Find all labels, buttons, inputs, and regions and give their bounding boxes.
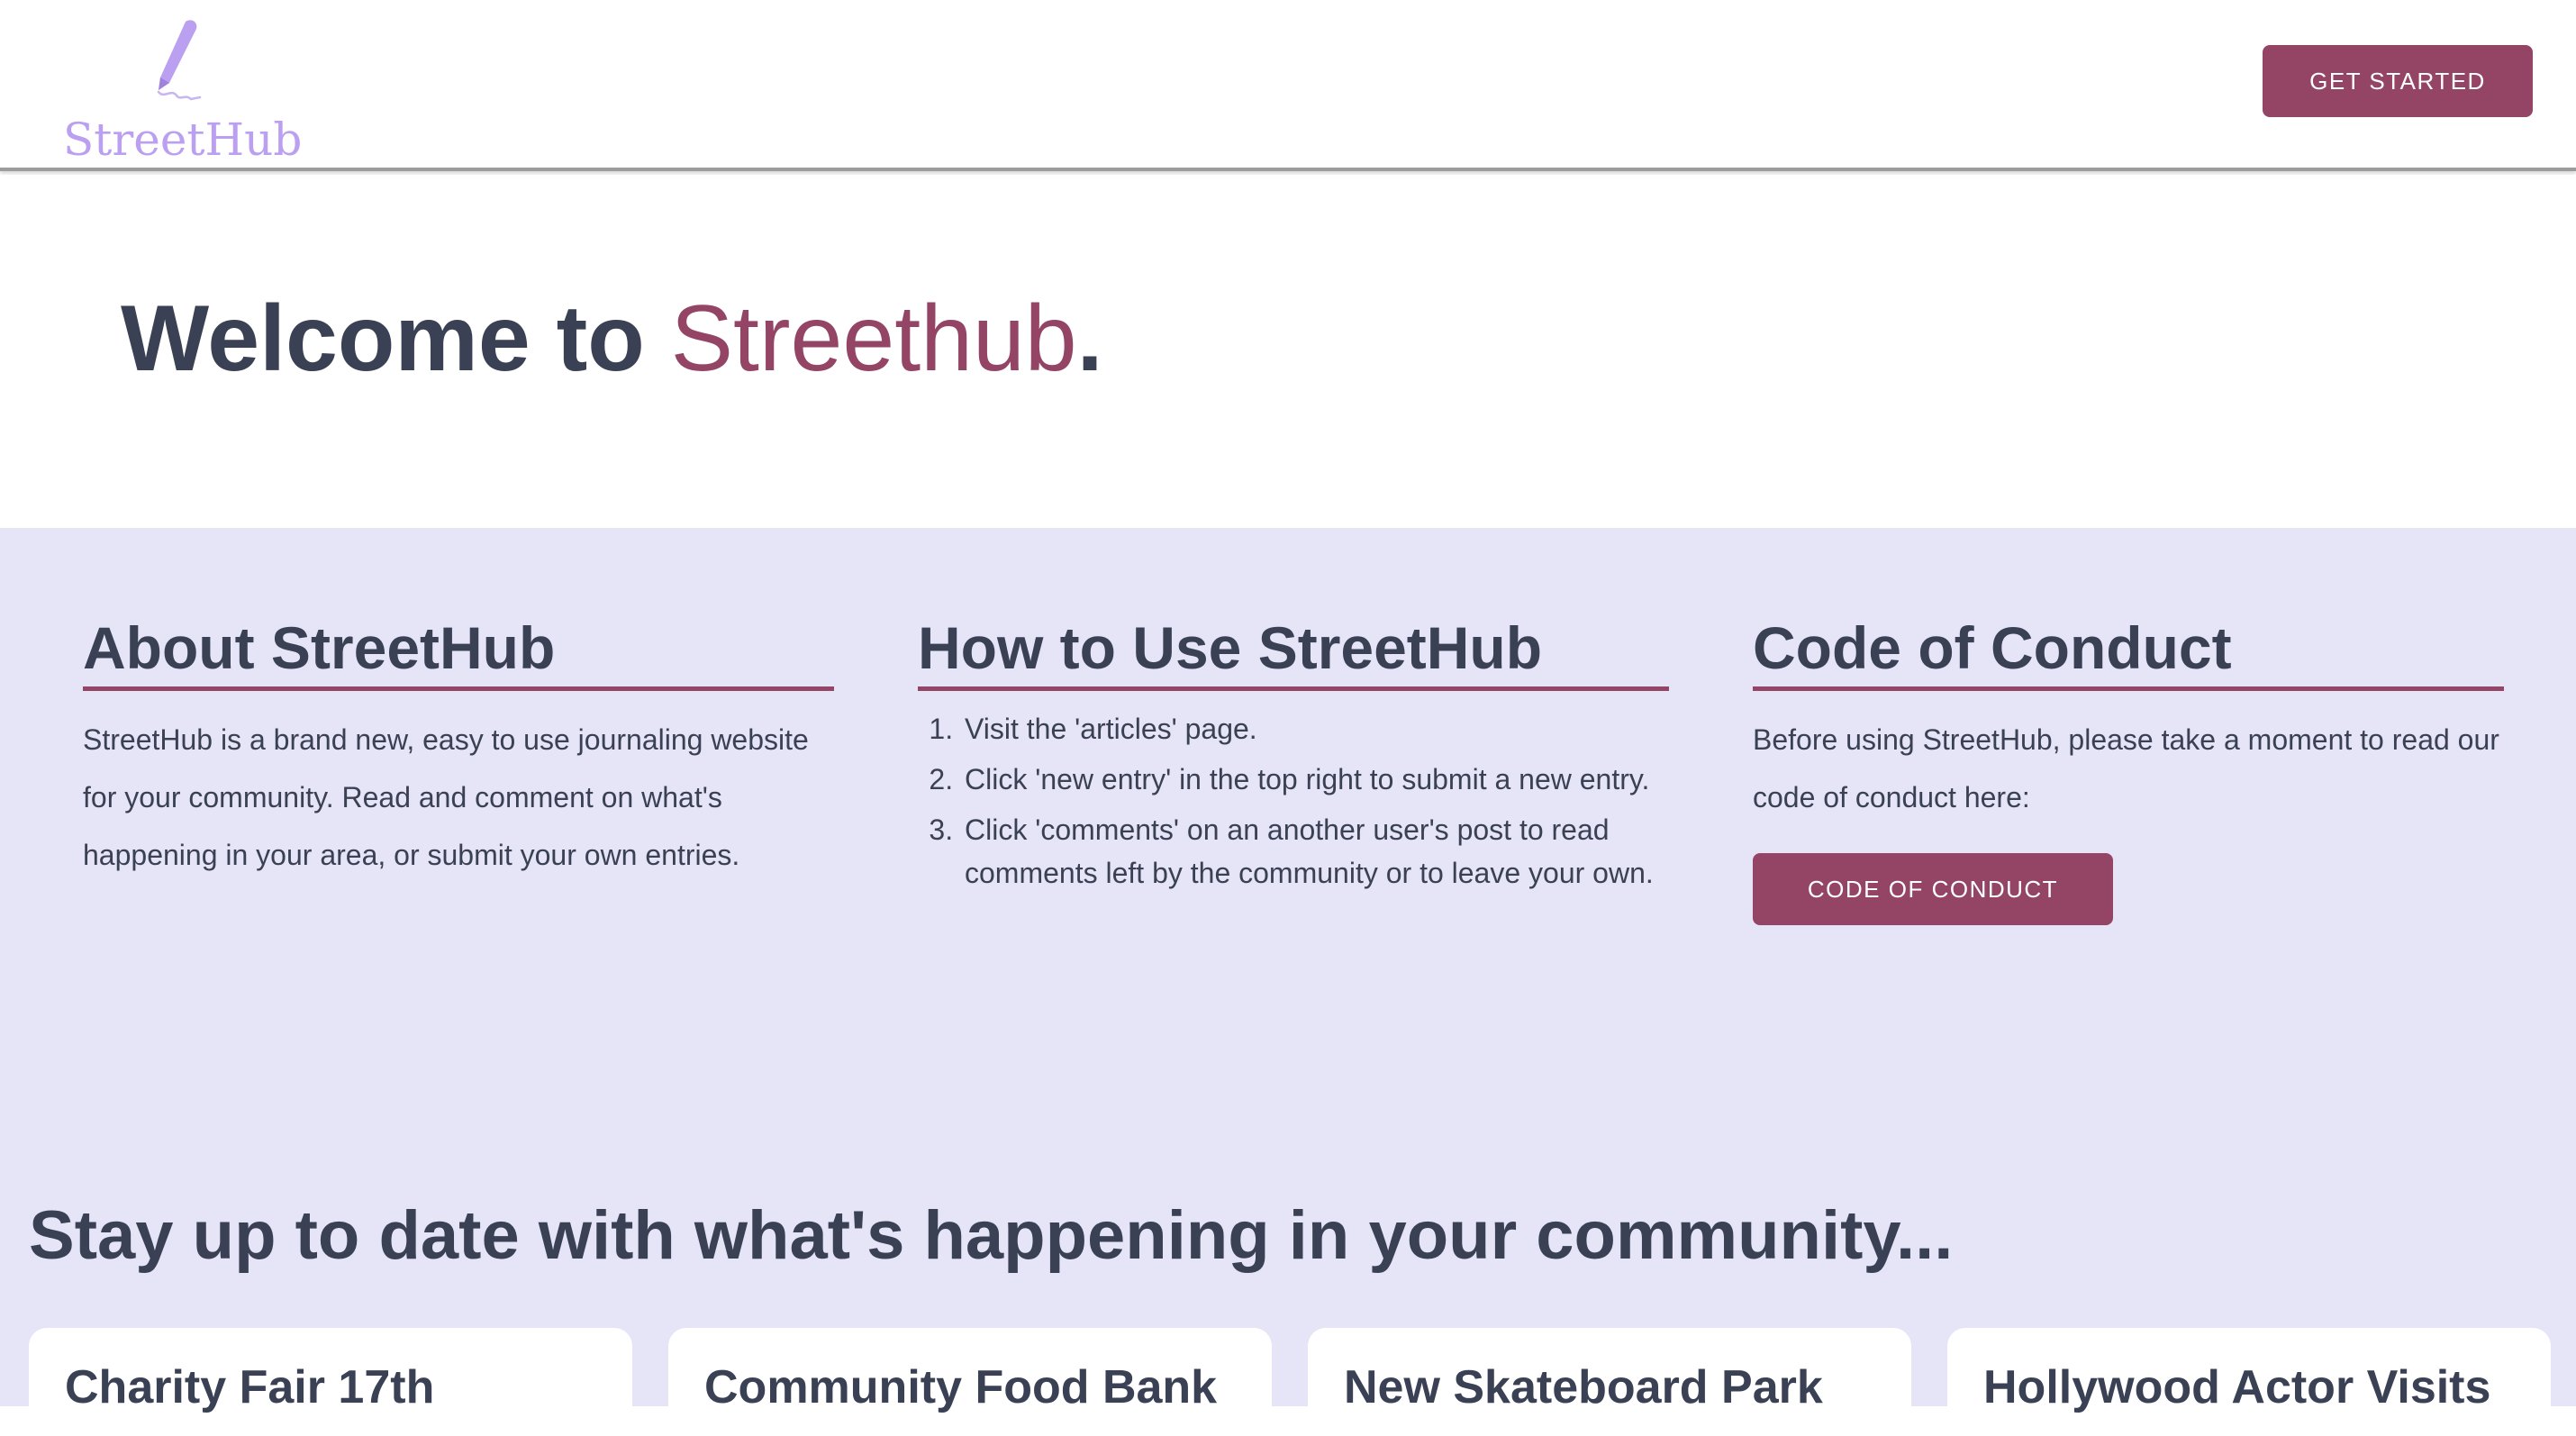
conduct-text: Before using StreetHub, please take a mo… [1753, 723, 2499, 813]
article-card-title: Community Food Bank [704, 1361, 1218, 1413]
title-suffix: . [1076, 286, 1103, 391]
article-card[interactable]: Community Food Bank [668, 1328, 1272, 1436]
article-card-title: Hollywood Actor Visits [1983, 1361, 2491, 1413]
page-title: Welcome to Streethub. [121, 292, 1103, 386]
logo-text: StreetHub [63, 114, 303, 166]
code-of-conduct-button[interactable]: CODE OF CONDUCT [1753, 853, 2113, 925]
hero-section: Welcome to Streethub. [0, 175, 2576, 528]
about-column: About StreetHub StreetHub is a brand new… [83, 618, 834, 884]
article-card[interactable]: New Skateboard Park [1308, 1328, 1911, 1436]
updates-title: Stay up to date with what's happening in… [29, 1197, 1954, 1274]
how-to-step: Visit the 'articles' page. [961, 707, 1669, 750]
how-to-steps: Visit the 'articles' page. Click 'new en… [918, 707, 1669, 895]
how-to-step: Click 'new entry' in the top right to su… [961, 758, 1669, 801]
about-text: StreetHub is a brand new, easy to use jo… [83, 723, 809, 871]
how-to-step: Click 'comments' on an another user's po… [961, 808, 1669, 895]
article-card[interactable]: Charity Fair 17th [29, 1328, 632, 1436]
article-card-title: New Skateboard Park [1344, 1361, 1823, 1413]
site-header: StreetHub GET STARTED [0, 0, 2576, 171]
get-started-button[interactable]: GET STARTED [2263, 45, 2533, 117]
article-card[interactable]: Hollywood Actor Visits [1947, 1328, 2551, 1436]
article-card-title: Charity Fair 17th [65, 1361, 435, 1413]
logo[interactable]: StreetHub [54, 13, 302, 166]
conduct-column: Code of Conduct Before using StreetHub, … [1753, 618, 2504, 925]
how-to-heading: How to Use StreetHub [918, 618, 1669, 691]
info-section: About StreetHub StreetHub is a brand new… [0, 528, 2576, 1436]
title-accent: Streethub [670, 286, 1077, 391]
quill-pen-icon [157, 20, 202, 101]
title-prefix: Welcome to [121, 286, 671, 391]
conduct-heading: Code of Conduct [1753, 618, 2504, 691]
about-heading: About StreetHub [83, 618, 834, 691]
how-to-column: How to Use StreetHub Visit the 'articles… [918, 618, 1669, 902]
